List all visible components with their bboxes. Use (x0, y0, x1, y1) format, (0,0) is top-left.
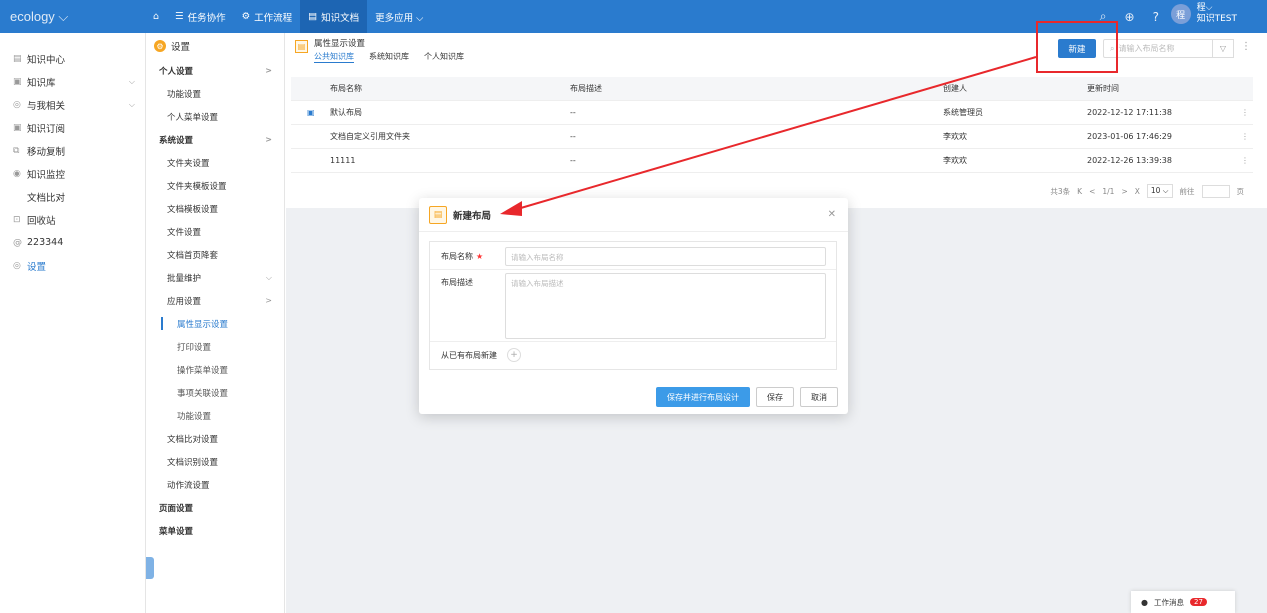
message-icon: ● (1141, 597, 1148, 607)
message-label: 工作消息 (1153, 597, 1184, 607)
message-count-badge: 27 (1189, 598, 1207, 606)
work-message[interactable]: ● 工作消息 27 (1131, 591, 1235, 613)
annotation-arrow (500, 56, 1037, 216)
